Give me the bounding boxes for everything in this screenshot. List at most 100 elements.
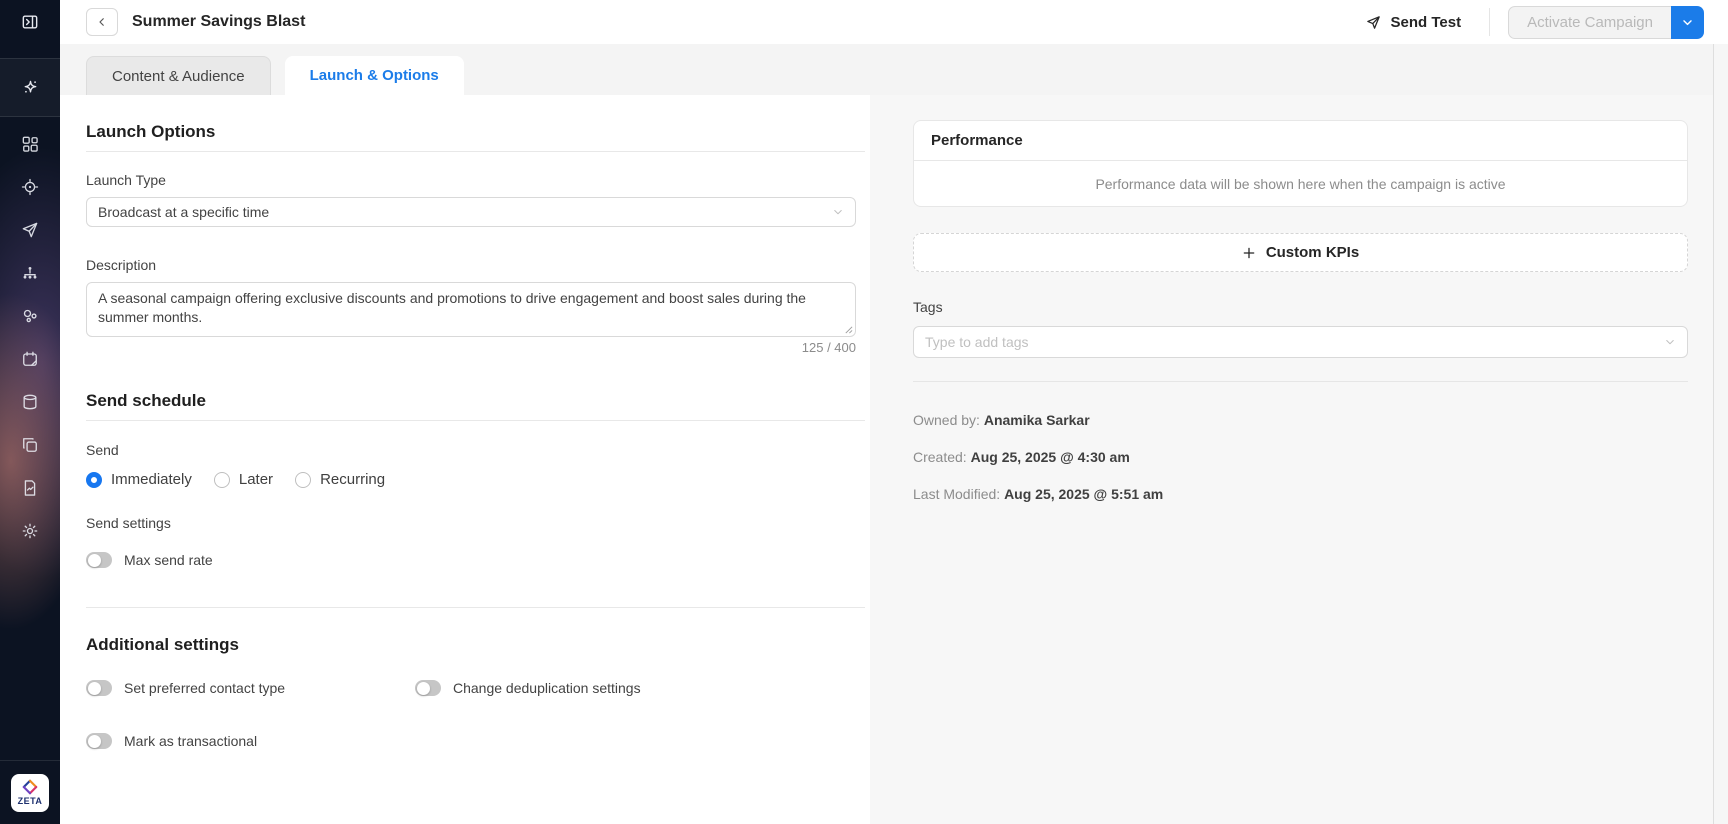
zeta-logo[interactable]: ZETA xyxy=(11,774,49,812)
tab-bar: Content & Audience Launch & Options xyxy=(60,44,1728,95)
send-icon xyxy=(20,220,40,240)
radio-immediately-label: Immediately xyxy=(111,471,192,488)
topbar: Summer Savings Blast Send Test Activate … xyxy=(60,0,1728,44)
zeta-diamond-icon xyxy=(22,779,38,795)
tags-select xyxy=(913,326,1688,358)
tab-launch-options[interactable]: Launch & Options xyxy=(285,56,464,95)
chevron-down-icon xyxy=(832,206,844,218)
owned-by-row: Owned by: Anamika Sarkar xyxy=(913,412,1688,428)
bubbles-icon xyxy=(20,306,40,326)
section-title-additional-settings: Additional settings xyxy=(86,635,870,655)
resize-handle-icon[interactable] xyxy=(844,325,853,334)
sidebar-item-target[interactable] xyxy=(0,165,60,208)
section-title-launch-options: Launch Options xyxy=(86,122,870,142)
send-settings-label: Send settings xyxy=(86,515,870,531)
sidebar-item-hierarchy[interactable] xyxy=(0,251,60,294)
launch-options-panel: Launch Options Launch Type Broadcast at … xyxy=(60,95,870,824)
launch-type-select[interactable]: Broadcast at a specific time xyxy=(86,197,856,227)
report-icon xyxy=(20,478,40,498)
radio-recurring-label: Recurring xyxy=(320,471,385,488)
char-counter: 125 / 400 xyxy=(86,340,856,355)
custom-kpis-button[interactable]: Custom KPIs xyxy=(913,233,1688,272)
scrollbar-track[interactable] xyxy=(1713,44,1728,824)
radio-recurring[interactable] xyxy=(295,472,311,488)
chevron-down-icon xyxy=(1681,16,1694,29)
summary-panel: Performance Performance data will be sho… xyxy=(870,95,1713,824)
modified-label: Last Modified: xyxy=(913,486,1000,502)
sidebar: ZETA xyxy=(0,0,60,824)
radio-later[interactable] xyxy=(214,472,230,488)
plus-icon xyxy=(1242,246,1256,260)
owned-by-value: Anamika Sarkar xyxy=(984,412,1090,428)
copy-icon xyxy=(20,435,40,455)
target-icon xyxy=(20,177,40,197)
send-label: Send xyxy=(86,442,870,458)
zeta-wordmark: ZETA xyxy=(18,796,43,806)
topbar-actions: Send Test Activate Campaign xyxy=(1365,6,1728,39)
divider xyxy=(86,151,865,152)
sparkle-icon xyxy=(20,77,41,98)
transactional-label: Mark as transactional xyxy=(124,733,257,749)
section-title-send-schedule: Send schedule xyxy=(86,391,870,411)
performance-card: Performance Performance data will be sho… xyxy=(913,120,1688,207)
activate-dropdown-button[interactable] xyxy=(1671,6,1704,39)
performance-empty-message: Performance data will be shown here when… xyxy=(914,161,1687,206)
tab-label: Content & Audience xyxy=(112,68,245,85)
performance-title: Performance xyxy=(914,121,1687,161)
sidebar-item-send[interactable] xyxy=(0,208,60,251)
deduplication-row: Change deduplication settings xyxy=(415,680,641,696)
max-send-rate-row: Max send rate xyxy=(86,552,870,568)
launch-type-value: Broadcast at a specific time xyxy=(98,204,269,220)
app-root: ZETA Summer Savings Blast Send Test Acti… xyxy=(0,0,1728,824)
chevron-left-icon xyxy=(96,16,108,28)
paper-plane-icon xyxy=(1365,14,1382,31)
description-label: Description xyxy=(86,257,870,273)
sidebar-toggle-button[interactable] xyxy=(0,0,60,44)
database-icon xyxy=(20,392,40,412)
preferred-contact-toggle[interactable] xyxy=(86,680,112,696)
sidebar-item-settings[interactable] xyxy=(0,509,60,552)
send-radio-group: Immediately Later Recurring xyxy=(86,471,870,488)
deduplication-label: Change deduplication settings xyxy=(453,680,641,696)
sidebar-nav xyxy=(0,122,60,552)
max-send-rate-toggle[interactable] xyxy=(86,552,112,568)
owned-by-label: Owned by: xyxy=(913,412,980,428)
sidebar-item-report[interactable] xyxy=(0,466,60,509)
created-label: Created: xyxy=(913,449,967,465)
description-textarea[interactable]: A seasonal campaign offering exclusive d… xyxy=(86,282,856,337)
sidebar-item-copy[interactable] xyxy=(0,423,60,466)
hierarchy-icon xyxy=(20,263,40,283)
sidebar-item-dashboard[interactable] xyxy=(0,122,60,165)
chevron-down-icon xyxy=(1664,336,1676,348)
tags-label: Tags xyxy=(913,299,1688,315)
sidebar-item-bubbles[interactable] xyxy=(0,294,60,337)
header-divider xyxy=(1489,8,1490,36)
sidebar-item-database[interactable] xyxy=(0,380,60,423)
deduplication-toggle[interactable] xyxy=(415,680,441,696)
activate-button-group: Activate Campaign xyxy=(1508,6,1704,39)
divider xyxy=(913,381,1688,382)
send-test-button[interactable]: Send Test xyxy=(1365,14,1462,31)
sidebar-item-calendar[interactable] xyxy=(0,337,60,380)
preferred-contact-label: Set preferred contact type xyxy=(124,680,285,696)
transactional-row: Mark as transactional xyxy=(86,733,870,749)
created-row: Created: Aug 25, 2025 @ 4:30 am xyxy=(913,449,1688,465)
dashboard-icon xyxy=(20,134,40,154)
tab-label: Launch & Options xyxy=(310,67,439,84)
modified-row: Last Modified: Aug 25, 2025 @ 5:51 am xyxy=(913,486,1688,502)
tags-input[interactable] xyxy=(914,327,1687,357)
activate-campaign-button[interactable]: Activate Campaign xyxy=(1508,6,1671,39)
sidebar-footer: ZETA xyxy=(0,760,60,824)
back-button[interactable] xyxy=(86,8,118,36)
preferred-contact-row: Set preferred contact type xyxy=(86,680,415,696)
sidebar-item-assistant[interactable] xyxy=(0,58,60,117)
sidebar-toggle-icon xyxy=(20,12,40,32)
transactional-toggle[interactable] xyxy=(86,733,112,749)
page-title: Summer Savings Blast xyxy=(132,13,305,31)
radio-immediately[interactable] xyxy=(86,472,102,488)
gear-icon xyxy=(20,521,40,541)
calendar-icon xyxy=(20,349,40,369)
tab-content-audience[interactable]: Content & Audience xyxy=(86,56,271,95)
created-value: Aug 25, 2025 @ 4:30 am xyxy=(971,449,1130,465)
divider xyxy=(86,607,865,608)
